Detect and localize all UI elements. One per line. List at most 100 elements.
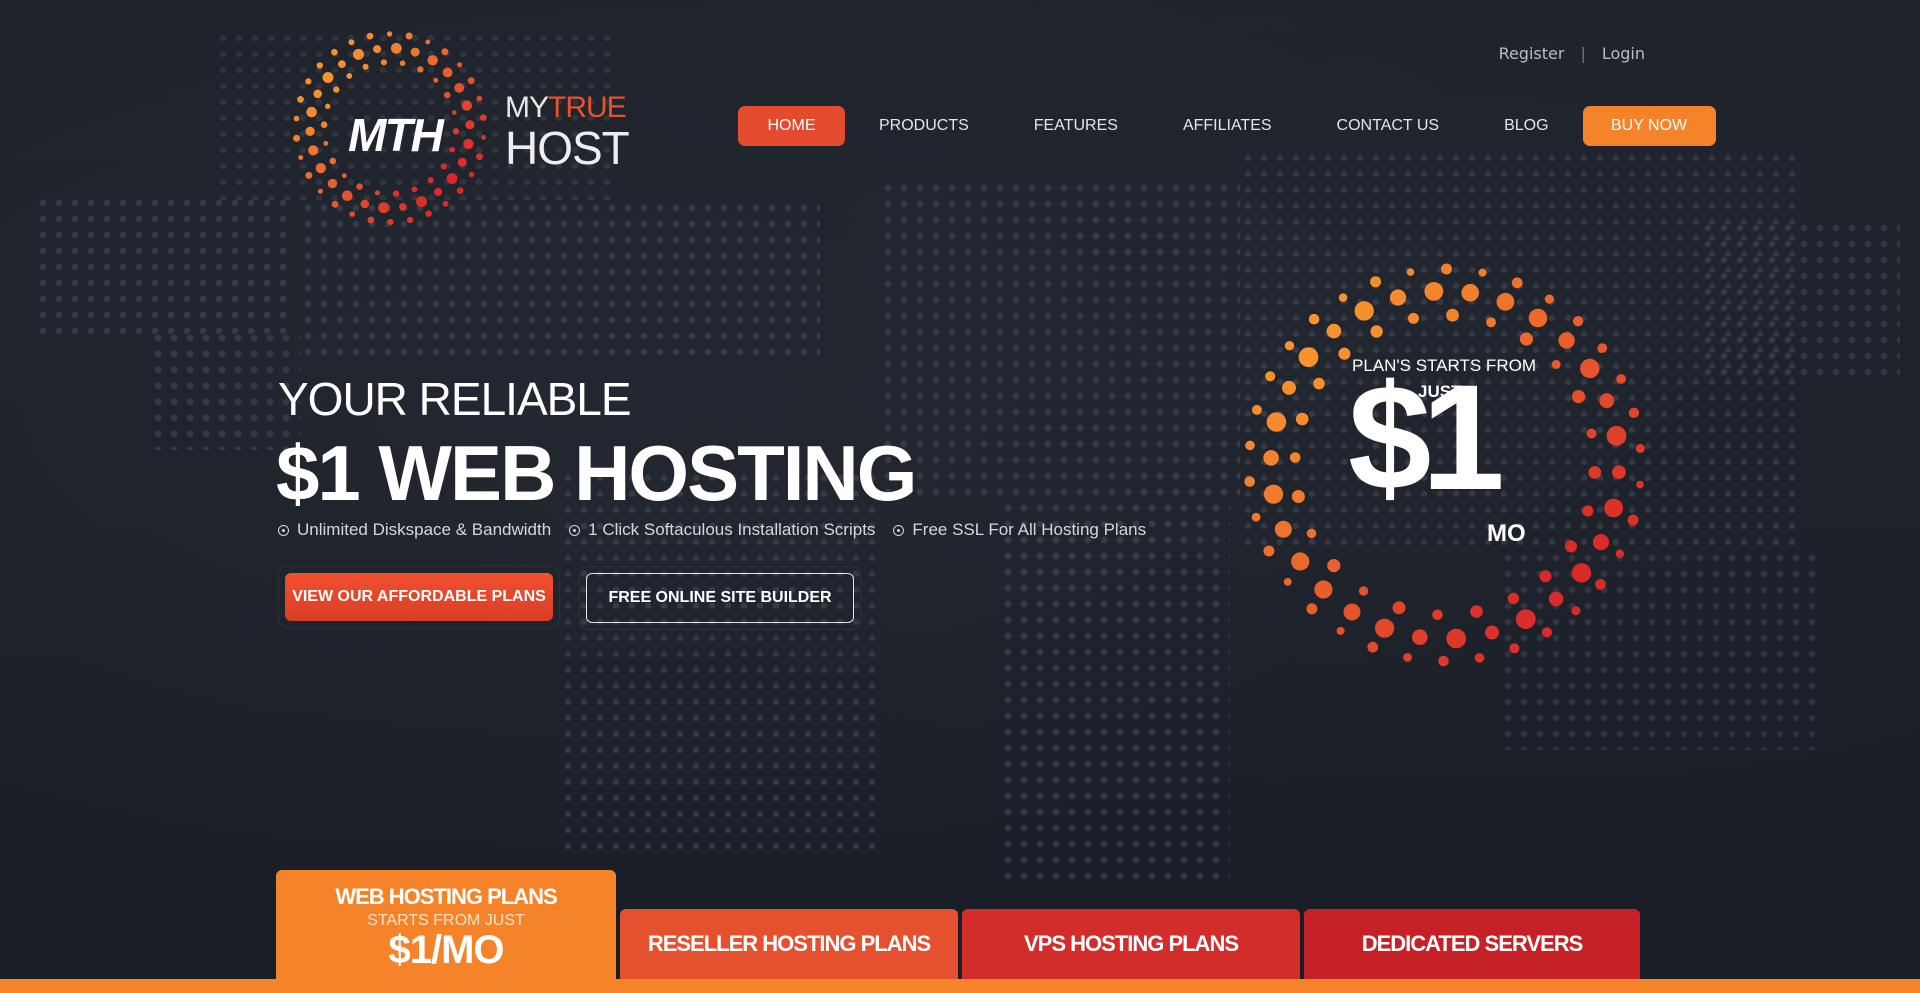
ring-dot [1580,358,1600,379]
nav-features[interactable]: FEATURES [1034,106,1118,146]
ring-dot [1266,412,1287,432]
ring-dot [1251,404,1262,415]
ring-dot [329,157,337,165]
login-link[interactable]: Login [1602,44,1645,63]
ring-dot [433,77,439,83]
ring-dot [452,128,460,135]
view-plans-button[interactable]: VIEW OUR AFFORDABLE PLANS [285,573,553,621]
ring-dot [293,134,301,142]
tab-dedicated-servers[interactable]: DEDICATED SERVERS [1304,909,1640,979]
ring-dot [1370,276,1382,288]
ring-dot [1244,476,1255,487]
ring-dot [1326,323,1342,339]
ring-dot [461,100,472,111]
feature-item: Unlimited Diskspace & Bandwidth [278,520,551,540]
ring-dot [1588,466,1602,479]
ring-dot [1519,332,1533,346]
ring-dot [1461,284,1479,302]
nav-contact-us[interactable]: CONTACT US [1337,106,1440,146]
ring-dot [457,62,463,68]
ring-dot [1539,570,1552,583]
ring-dot [457,157,467,167]
ring-dot [1597,343,1608,353]
ring-dot [1314,580,1333,599]
nav-blog[interactable]: BLOG [1504,106,1548,146]
ring-dot [320,121,328,128]
buy-now-button[interactable]: BUY NOW [1582,106,1716,146]
ring-dot [1571,563,1592,583]
ring-dot [1541,627,1552,638]
ring-dot [446,173,458,184]
ring-dot [1403,653,1412,662]
ring-dot [366,32,374,40]
nav-home[interactable]: HOME [738,106,845,146]
ring-dot [1308,313,1320,325]
ring-dot [454,83,465,93]
ring-dot [387,218,394,226]
ring-dot [405,32,413,40]
tab-web-hosting[interactable]: WEB HOSTING PLANS STARTS FROM JUST $1/MO [276,870,616,979]
ring-dot [322,72,334,83]
ring-dot [1336,626,1345,635]
ring-dot [1486,317,1496,328]
nav-products[interactable]: PRODUCTS [879,106,969,146]
register-link[interactable]: Register [1499,44,1565,63]
ring-dot [443,91,451,99]
ring-dot [1263,545,1275,557]
cta-secondary-wrapper: FREE ONLINE SITE BUILDER [579,566,861,630]
ring-dot [481,135,486,140]
ring-dot [1291,552,1310,571]
ring-dot [308,145,319,156]
feature-item: 1 Click Softaculous Installation Scripts [569,520,875,540]
tab-reseller-hosting[interactable]: RESELLER HOSTING PLANS [620,909,958,979]
circle-bullet-icon [893,524,905,536]
feature-text: Unlimited Diskspace & Bandwidth [297,520,552,539]
ring-dot [441,48,449,56]
ring-dot [316,62,323,69]
ring-dot [305,126,315,136]
nav-affiliates[interactable]: AFFILIATES [1183,106,1272,146]
ring-dot [416,196,427,208]
ring-dot [306,106,317,118]
ring-dot [392,190,400,197]
ring-dot [425,210,432,217]
site-logo[interactable]: MTH MYTRUE HOST [290,28,630,228]
ring-dot [1615,549,1624,558]
plan-tabs: WEB HOSTING PLANS STARTS FROM JUST $1/MO… [276,870,1640,993]
ring-dot [1586,428,1597,439]
ring-dot [1515,609,1536,629]
ring-dot [349,211,355,217]
price-period: MO [1487,520,1526,547]
ring-dot [1606,425,1627,446]
ring-dot [427,55,438,66]
ring-dot [1551,359,1561,369]
ring-dot [353,48,364,60]
ring-dot [1507,592,1520,605]
ring-dot [1474,653,1485,663]
ring-dot [317,188,323,194]
ring-dot [1612,465,1626,479]
ring-dot [442,67,453,78]
tab-title: RESELLER HOSTING PLANS [647,931,931,956]
ring-dot [1571,606,1581,616]
site-builder-button[interactable]: FREE ONLINE SITE BUILDER [586,573,854,623]
ring-dot [305,78,312,85]
ring-dot [331,48,338,56]
hero-subtitle: YOUR RELIABLE [278,373,632,425]
ring-dot [1470,605,1483,618]
ring-dot [442,200,449,207]
tab-vps-hosting[interactable]: VPS HOSTING PLANS [962,909,1300,979]
ring-dot [1432,609,1443,621]
feature-list: Unlimited Diskspace & Bandwidth 1 Click … [278,520,1146,540]
ring-dot [451,110,457,115]
ring-dot [1295,412,1309,426]
logo-wordmark: MYTRUE HOST [505,93,630,172]
main-nav: HOME PRODUCTS FEATURES AFFILIATES CONTAC… [738,106,1716,146]
ring-dot [1327,559,1341,573]
ring-dot [1599,393,1615,409]
ring-dot [298,155,304,160]
tab-title: WEB HOSTING PLANS [335,884,557,909]
feature-text: Free SSL For All Hosting Plans [912,520,1147,539]
ring-dot [427,177,434,183]
ring-dot [1548,591,1564,607]
